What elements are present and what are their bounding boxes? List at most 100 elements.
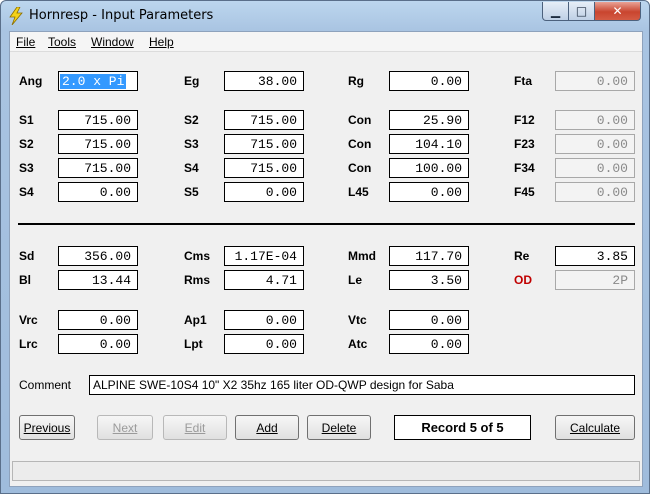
label-mmd: Mmd	[348, 249, 376, 263]
maximize-icon: □	[575, 4, 588, 18]
previous-button[interactable]: Previous	[19, 415, 75, 440]
label-f34: F34	[514, 161, 535, 175]
minimize-button[interactable]: ▁	[542, 2, 569, 21]
close-button[interactable]: ✕	[594, 2, 641, 21]
label-s4: S4	[184, 161, 199, 175]
field-ang[interactable]: 2.0 x Pi	[58, 71, 138, 91]
field-bl[interactable]: 13.44	[58, 270, 138, 290]
edit-button[interactable]: Edit	[163, 415, 227, 440]
field-re[interactable]: 3.85	[555, 246, 635, 266]
field-s3[interactable]: 715.00	[58, 158, 138, 178]
label-f45: F45	[514, 185, 535, 199]
label-s1: S1	[19, 113, 34, 127]
field-f23[interactable]: 0.00	[555, 134, 635, 154]
label-s3: S3	[19, 161, 34, 175]
field-fta[interactable]: 0.00	[555, 71, 635, 91]
label-lpt: Lpt	[184, 337, 203, 351]
next-button-label: Next	[112, 420, 138, 435]
field-sd[interactable]: 356.00	[58, 246, 138, 266]
label-con: Con	[348, 161, 372, 175]
calculate-button[interactable]: Calculate	[555, 415, 635, 440]
field-le[interactable]: 3.50	[389, 270, 469, 290]
label-fta: Fta	[514, 74, 532, 88]
add-button[interactable]: Add	[235, 415, 299, 440]
label-con: Con	[348, 113, 372, 127]
label-ap1: Ap1	[184, 313, 207, 327]
menu-file[interactable]: File	[16, 35, 35, 49]
label-s5: S5	[184, 185, 199, 199]
label-l45: L45	[348, 185, 369, 199]
field-s2[interactable]: 715.00	[58, 134, 138, 154]
menu-help-label: Help	[149, 35, 174, 49]
label-eg: Eg	[184, 74, 200, 88]
label-s3: S3	[184, 137, 199, 151]
label-re: Re	[514, 249, 530, 263]
field-s2[interactable]: 715.00	[224, 110, 304, 130]
label-f12: F12	[514, 113, 535, 127]
field-f45[interactable]: 0.00	[555, 182, 635, 202]
edit-button-label: Edit	[184, 420, 206, 435]
lightning-icon	[9, 7, 23, 25]
field-s4[interactable]: 715.00	[224, 158, 304, 178]
field-cms[interactable]: 1.17E-04	[224, 246, 304, 266]
menu-window[interactable]: Window	[91, 35, 134, 49]
record-indicator: Record 5 of 5	[394, 415, 531, 440]
field-f12[interactable]: 0.00	[555, 110, 635, 130]
section-divider	[18, 223, 635, 225]
client-area: File Tools Window Help Ang 2.0 x Pi Eg 38.0…	[9, 31, 643, 487]
label-s2: S2	[184, 113, 199, 127]
field-mmd[interactable]: 117.70	[389, 246, 469, 266]
menu-tools-label: Tools	[48, 35, 77, 49]
label-ang: Ang	[19, 74, 43, 88]
label-od: OD	[514, 273, 532, 287]
delete-button[interactable]: Delete	[307, 415, 371, 440]
comment-field[interactable]: ALPINE SWE-10S4 10" X2 35hz 165 liter OD…	[89, 375, 635, 395]
field-con[interactable]: 104.10	[389, 134, 469, 154]
label-atc: Atc	[348, 337, 368, 351]
menu-help[interactable]: Help	[149, 35, 174, 49]
field-f34[interactable]: 0.00	[555, 158, 635, 178]
minimize-icon: ▁	[550, 4, 561, 18]
label-con: Con	[348, 137, 372, 151]
app-window: Hornresp - Input Parameters ▁ □ ✕ File T…	[0, 0, 650, 494]
maximize-button[interactable]: □	[568, 2, 595, 21]
field-con[interactable]: 100.00	[389, 158, 469, 178]
label-le: Le	[348, 273, 363, 287]
menu-bar: File Tools Window Help	[10, 32, 642, 52]
next-button[interactable]: Next	[97, 415, 153, 440]
label-vtc: Vtc	[348, 313, 367, 327]
label-bl: Bl	[19, 273, 31, 287]
field-lrc[interactable]: 0.00	[58, 334, 138, 354]
menu-file-label: File	[16, 35, 36, 49]
window-title: Hornresp - Input Parameters	[29, 8, 214, 23]
label-sd: Sd	[19, 249, 35, 263]
field-con[interactable]: 25.90	[389, 110, 469, 130]
selected-text: 2.0 x Pi	[60, 74, 127, 89]
field-s1[interactable]: 715.00	[58, 110, 138, 130]
title-bar[interactable]: Hornresp - Input Parameters ▁ □ ✕	[1, 1, 649, 31]
field-ap1[interactable]: 0.00	[224, 310, 304, 330]
calculate-button-label: Calculate	[569, 420, 621, 435]
field-s4[interactable]: 0.00	[58, 182, 138, 202]
label-lrc: Lrc	[19, 337, 38, 351]
delete-button-label: Delete	[321, 420, 357, 435]
field-l45[interactable]: 0.00	[389, 182, 469, 202]
field-vtc[interactable]: 0.00	[389, 310, 469, 330]
field-eg[interactable]: 38.00	[224, 71, 304, 91]
field-rg[interactable]: 0.00	[389, 71, 469, 91]
label-s4: S4	[19, 185, 34, 199]
add-button-label: Add	[256, 420, 278, 435]
field-s3[interactable]: 715.00	[224, 134, 304, 154]
previous-button-label: Previous	[23, 420, 71, 435]
field-lpt[interactable]: 0.00	[224, 334, 304, 354]
field-s5[interactable]: 0.00	[224, 182, 304, 202]
label-cms: Cms	[184, 249, 211, 263]
label-vrc: Vrc	[19, 313, 38, 327]
field-vrc[interactable]: 0.00	[58, 310, 138, 330]
menu-tools[interactable]: Tools	[48, 35, 76, 49]
field-atc[interactable]: 0.00	[389, 334, 469, 354]
status-bar	[12, 461, 640, 481]
field-od[interactable]: 2P	[555, 270, 635, 290]
label-f23: F23	[514, 137, 535, 151]
field-rms[interactable]: 4.71	[224, 270, 304, 290]
